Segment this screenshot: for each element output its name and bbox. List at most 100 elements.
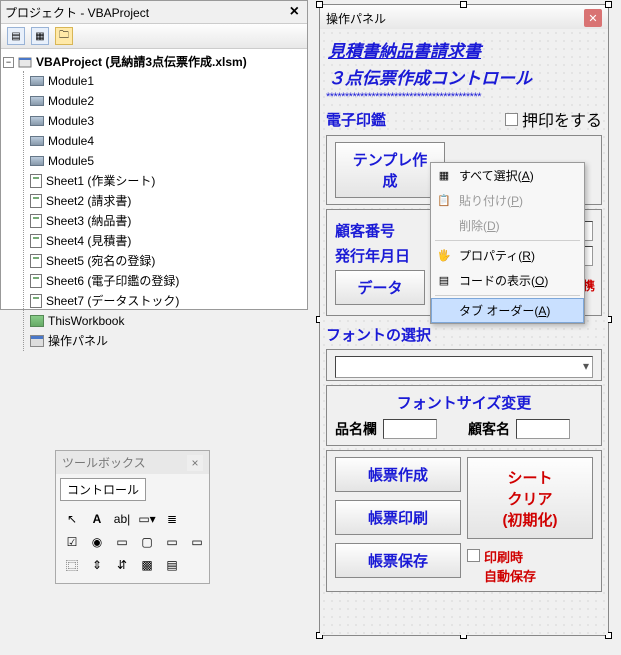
tree-item[interactable]: Sheet6 (電子印鑑の登録) bbox=[30, 271, 305, 291]
tree-item[interactable]: Sheet7 (データストック) bbox=[30, 291, 305, 311]
tool-pointer-icon[interactable]: ↖ bbox=[62, 509, 82, 529]
tool-togglebutton-icon[interactable]: ▭ bbox=[112, 532, 132, 552]
tree-item[interactable]: Sheet4 (見積書) bbox=[30, 231, 305, 251]
tool-optionbutton-icon[interactable]: ◉ bbox=[87, 532, 107, 552]
tree-item-label: Sheet3 (納品書) bbox=[46, 212, 131, 230]
divider-stars: ****************************************… bbox=[326, 91, 602, 103]
project-explorer-toolbar: ▤ ▦ 🗀 bbox=[1, 24, 307, 49]
project-explorer-panel: プロジェクト - VBAProject × ▤ ▦ 🗀 − VBAProject… bbox=[0, 0, 308, 310]
vba-project-icon bbox=[18, 55, 32, 69]
font-select-combobox[interactable] bbox=[335, 356, 593, 378]
tree-item-label: Sheet1 (作業シート) bbox=[46, 172, 155, 190]
tool-label-icon[interactable]: A bbox=[87, 509, 107, 529]
report-create-button[interactable]: 帳票作成 bbox=[335, 457, 461, 492]
stamp-checkbox[interactable]: 押印をする bbox=[505, 107, 602, 131]
tree-item[interactable]: ThisWorkbook bbox=[30, 311, 305, 331]
tool-image-icon[interactable]: ▩ bbox=[137, 555, 157, 575]
autosave-checkbox[interactable]: 印刷時 自動保存 bbox=[467, 547, 593, 585]
font-size-col2-input[interactable] bbox=[516, 419, 570, 439]
tool-checkbox-icon[interactable]: ☑ bbox=[62, 532, 82, 552]
autosave-label: 印刷時 自動保存 bbox=[484, 547, 536, 585]
tool-combobox-icon[interactable]: ▭▾ bbox=[137, 509, 157, 529]
tree-item-label: 操作パネル bbox=[48, 332, 108, 350]
select-all-icon: ▦ bbox=[436, 168, 452, 184]
font-size-frame: フォントサイズ変更 品名欄 顧客名 bbox=[326, 385, 602, 446]
tree-item[interactable]: Module5 bbox=[30, 151, 305, 171]
toggle-folders-icon[interactable]: 🗀 bbox=[55, 27, 73, 45]
tree-item[interactable]: Module3 bbox=[30, 111, 305, 131]
resize-handle-tr[interactable] bbox=[605, 1, 612, 8]
worksheet-icon bbox=[30, 234, 42, 248]
checkbox-box-icon bbox=[505, 113, 518, 126]
tool-commandbutton-icon[interactable]: ▭ bbox=[162, 532, 182, 552]
userform-close-icon[interactable]: ✕ bbox=[584, 9, 602, 27]
font-select-frame bbox=[326, 349, 602, 381]
tree-item[interactable]: Sheet3 (納品書) bbox=[30, 211, 305, 231]
tool-textbox-icon[interactable]: ab| bbox=[112, 509, 132, 529]
project-explorer-titlebar: プロジェクト - VBAProject × bbox=[1, 1, 307, 24]
report-save-button[interactable]: 帳票保存 bbox=[335, 543, 461, 578]
resize-handle-tm[interactable] bbox=[460, 1, 467, 8]
tree-item-label: Module2 bbox=[48, 92, 94, 110]
tree-item[interactable]: Sheet5 (宛名の登録) bbox=[30, 251, 305, 271]
view-object-icon[interactable]: ▦ bbox=[31, 27, 49, 45]
tree-item[interactable]: Module4 bbox=[30, 131, 305, 151]
worksheet-icon bbox=[30, 214, 42, 228]
data-button[interactable]: データ bbox=[335, 270, 425, 305]
context-menu-label: コードの表示(O) bbox=[459, 272, 548, 289]
resize-handle-tl[interactable] bbox=[316, 1, 323, 8]
heading-line2: ３点伝票作成コントロール bbox=[328, 64, 602, 89]
tool-frame-icon[interactable]: ▢ bbox=[137, 532, 157, 552]
issue-date-label: 発行年月日 bbox=[335, 245, 410, 266]
checkbox-box-icon bbox=[467, 549, 480, 562]
report-print-button[interactable]: 帳票印刷 bbox=[335, 500, 461, 535]
project-root-node[interactable]: − VBAProject (見納請3点伝票作成.xlsm) bbox=[3, 53, 305, 71]
tree-item[interactable]: Module1 bbox=[30, 71, 305, 91]
template-create-button[interactable]: テンプレ作成 bbox=[335, 142, 445, 198]
blank-icon bbox=[437, 303, 453, 319]
tool-scrollbar-icon[interactable]: ⇕ bbox=[87, 555, 107, 575]
toolbox-tab-controls[interactable]: コントロール bbox=[60, 478, 146, 501]
tool-multipage-icon[interactable]: ⿴ bbox=[62, 555, 82, 575]
userform-caption: 操作パネル bbox=[326, 10, 386, 27]
context-menu-label: 貼り付け(P) bbox=[459, 192, 523, 209]
context-menu-item[interactable]: 🖐プロパティ(R) bbox=[431, 243, 584, 268]
tree-item-label: Module1 bbox=[48, 72, 94, 90]
tool-tabstrip-icon[interactable]: ▭ bbox=[187, 532, 207, 552]
tree-item[interactable]: Sheet1 (作業シート) bbox=[30, 171, 305, 191]
project-explorer-close-icon[interactable]: × bbox=[286, 3, 303, 21]
module-icon bbox=[30, 156, 44, 166]
userform-icon bbox=[30, 335, 44, 347]
props-icon: 🖐 bbox=[436, 248, 452, 264]
view-code-icon[interactable]: ▤ bbox=[7, 27, 25, 45]
userform-body[interactable]: 見積書納品書請求書 ３点伝票作成コントロール *****************… bbox=[320, 29, 608, 635]
tool-listbox-icon[interactable]: ≣ bbox=[162, 509, 182, 529]
tree-item[interactable]: Sheet2 (請求書) bbox=[30, 191, 305, 211]
code-icon: ▤ bbox=[436, 273, 452, 289]
worksheet-icon bbox=[30, 194, 42, 208]
sheet-clear-button[interactable]: シート クリア (初期化) bbox=[467, 457, 593, 539]
context-menu-item: 削除(D) bbox=[431, 213, 584, 238]
worksheet-icon bbox=[30, 274, 42, 288]
collapse-icon[interactable]: − bbox=[3, 57, 14, 68]
font-size-col1-input[interactable] bbox=[383, 419, 437, 439]
context-menu[interactable]: ▦ すべて選択(A) 📋 貼り付け(P) 削除(D) 🖐プロパティ(R) ▤ コードの表示(O… bbox=[430, 162, 585, 324]
heading-line1: 見積書納品書請求書 bbox=[328, 37, 602, 62]
context-menu-label: タブ オーダー(A) bbox=[459, 302, 550, 319]
tool-spinbutton-icon[interactable]: ⇵ bbox=[112, 555, 132, 575]
tree-item[interactable]: 操作パネル bbox=[30, 331, 305, 351]
workbook-icon bbox=[30, 315, 44, 327]
tree-item-label: ThisWorkbook bbox=[48, 312, 124, 330]
paste-icon: 📋 bbox=[436, 193, 452, 209]
context-menu-item[interactable]: タブ オーダー(A) bbox=[431, 298, 584, 323]
module-icon bbox=[30, 76, 44, 86]
context-menu-label: すべて選択(A) bbox=[459, 167, 534, 184]
toolbox-close-icon[interactable]: × bbox=[187, 455, 203, 471]
tool-refedit-icon[interactable]: ▤ bbox=[162, 555, 182, 575]
tree-item-label: Sheet6 (電子印鑑の登録) bbox=[46, 272, 179, 290]
tree-item[interactable]: Module2 bbox=[30, 91, 305, 111]
context-menu-item[interactable]: ▤ コードの表示(O) bbox=[431, 268, 584, 293]
context-menu-item[interactable]: ▦ すべて選択(A) bbox=[431, 163, 584, 188]
context-menu-separator bbox=[435, 295, 580, 296]
tree-item-label: Sheet5 (宛名の登録) bbox=[46, 252, 155, 270]
